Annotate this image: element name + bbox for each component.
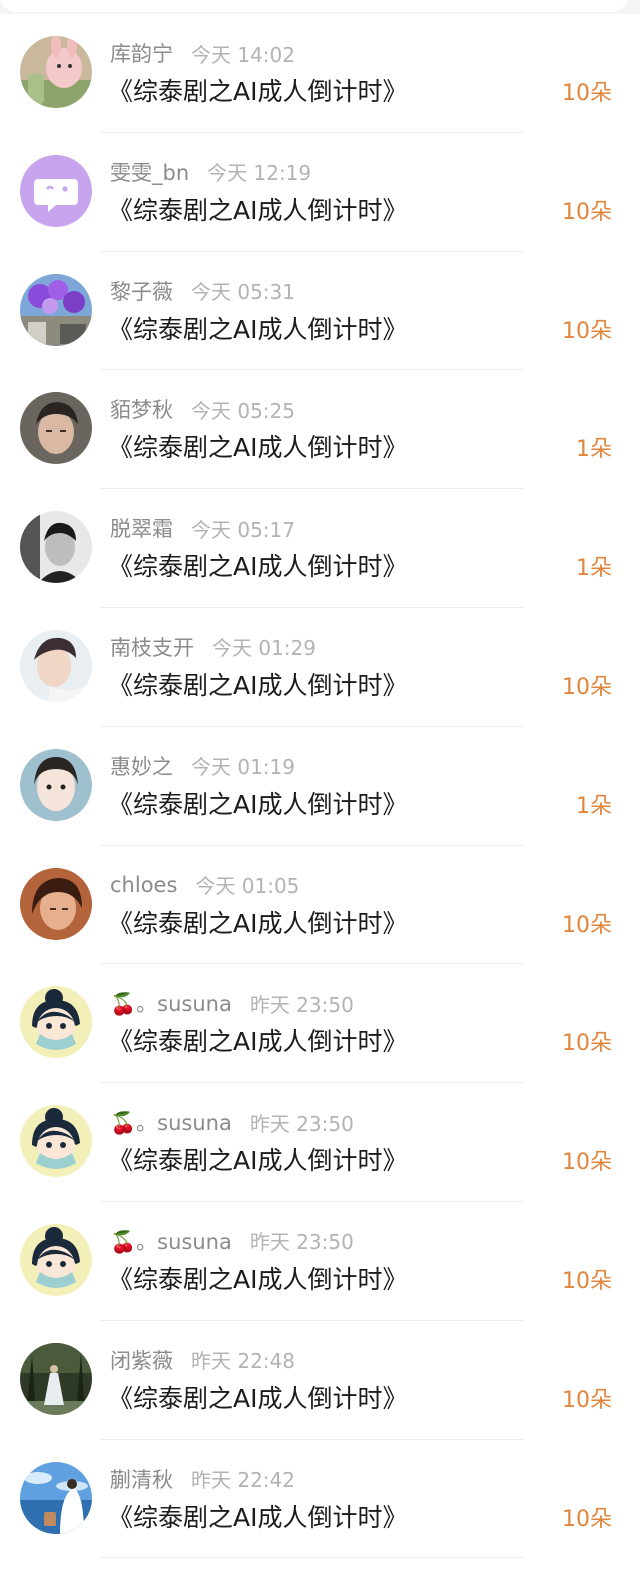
book-title: 《综泰剧之AI成人倒计时》 — [108, 433, 408, 463]
book-title: 《综泰剧之AI成人倒计时》 — [108, 314, 408, 344]
girl-selfie-avatar[interactable] — [20, 748, 92, 821]
pink-bunny-avatar[interactable] — [20, 36, 92, 108]
young-man-avatar[interactable] — [20, 629, 92, 702]
row-divider — [100, 1557, 524, 1559]
timestamp: 昨天 22:42 — [191, 1468, 295, 1493]
book-title: 《综泰剧之AI成人倒计时》 — [108, 552, 408, 582]
gift-record-row[interactable]: 南枝支开 今天 01:29 《综泰剧之AI成人倒计时》 10朵 — [0, 608, 640, 727]
record-meta: 🍒。susuna 昨天 23:50 — [110, 1107, 354, 1137]
timestamp: 今天 12:19 — [207, 161, 312, 186]
purple-flowers-avatar[interactable] — [20, 273, 92, 346]
sky-sea-avatar[interactable] — [20, 1461, 92, 1534]
record-meta: 🍒。susuna 昨天 23:50 — [110, 1226, 354, 1256]
timestamp: 今天 05:31 — [191, 280, 295, 305]
record-meta: 南枝支开 今天 01:29 — [110, 632, 316, 662]
user-name[interactable]: chloes — [110, 873, 177, 897]
user-name[interactable]: 黎子薇 — [110, 276, 173, 306]
user-name[interactable]: 脱翠霜 — [110, 513, 173, 543]
gift-record-row[interactable]: 闭紫薇 昨天 22:48 《综泰剧之AI成人倒计时》 10朵 — [0, 1321, 640, 1440]
user-name[interactable]: 🍒。susuna — [110, 1107, 232, 1137]
user-name[interactable]: 貊梦秋 — [110, 394, 173, 424]
user-name[interactable]: 闭紫薇 — [110, 1345, 173, 1375]
book-title: 《综泰剧之AI成人倒计时》 — [108, 1146, 408, 1176]
user-name[interactable]: 南枝支开 — [110, 632, 194, 662]
forest-figure-avatar[interactable] — [20, 1342, 92, 1415]
record-meta: 貊梦秋 今天 05:25 — [110, 394, 295, 424]
top-card-edge — [0, 0, 640, 14]
girl-warm-tone-avatar[interactable] — [20, 867, 92, 940]
gift-record-row[interactable]: 蒯清秋 昨天 22:42 《综泰剧之AI成人倒计时》 10朵 — [0, 1440, 640, 1559]
bw-man-portrait-avatar[interactable] — [20, 511, 92, 584]
gift-record-row[interactable]: 惠妙之 今天 01:19 《综泰剧之AI成人倒计时》 1朵 — [0, 727, 640, 846]
gift-record-row[interactable]: 🍒。susuna 昨天 23:50 《综泰剧之AI成人倒计时》 10朵 — [0, 1083, 640, 1202]
cartoon-masked-girl-avatar[interactable] — [20, 1223, 92, 1296]
record-meta: 🍒。susuna 昨天 23:50 — [110, 988, 354, 1018]
record-meta: 雯雯_bn 今天 12:19 — [110, 157, 311, 187]
gift-count: 10朵 — [562, 199, 612, 225]
cartoon-masked-girl-avatar[interactable] — [20, 1105, 92, 1178]
timestamp: 今天 01:19 — [191, 755, 295, 780]
user-name[interactable]: 惠妙之 — [110, 751, 173, 781]
gift-count: 10朵 — [562, 81, 612, 106]
timestamp: 昨天 22:48 — [191, 1349, 295, 1374]
card-edge — [0, 0, 628, 12]
book-title: 《综泰剧之AI成人倒计时》 — [108, 670, 408, 700]
gift-record-row[interactable]: 🍒。susuna 昨天 23:50 《综泰剧之AI成人倒计时》 10朵 — [0, 1202, 640, 1321]
gift-count: 10朵 — [562, 1150, 612, 1176]
record-meta: 脱翠霜 今天 05:17 — [110, 513, 295, 543]
gift-record-row[interactable]: chloes 今天 01:05 《综泰剧之AI成人倒计时》 10朵 — [0, 846, 640, 965]
user-name[interactable]: 蒯清秋 — [110, 1464, 173, 1494]
timestamp: 昨天 23:50 — [249, 1111, 354, 1136]
man-portrait-avatar[interactable] — [20, 392, 92, 465]
gift-record-row[interactable]: 🍒。susuna 昨天 23:50 《综泰剧之AI成人倒计时》 10朵 — [0, 964, 640, 1084]
book-title: 《综泰剧之AI成人倒计时》 — [108, 1264, 408, 1294]
record-meta: 黎子薇 今天 05:31 — [110, 276, 295, 306]
book-title: 《综泰剧之AI成人倒计时》 — [108, 195, 408, 225]
book-title: 《综泰剧之AI成人倒计时》 — [108, 1502, 408, 1532]
book-title: 《综泰剧之AI成人倒计时》 — [108, 77, 408, 106]
timestamp: 昨天 23:50 — [249, 1230, 354, 1255]
timestamp: 昨天 23:50 — [249, 992, 354, 1017]
user-name[interactable]: 🍒。susuna — [110, 988, 232, 1018]
gift-record-row[interactable]: 黎子薇 今天 05:31 《综泰剧之AI成人倒计时》 10朵 — [0, 252, 640, 371]
record-meta: 惠妙之 今天 01:19 — [110, 751, 295, 781]
user-name[interactable]: 雯雯_bn — [110, 157, 189, 187]
record-meta: 蒯清秋 昨天 22:42 — [110, 1464, 295, 1494]
gift-record-row[interactable]: 貊梦秋 今天 05:25 《综泰剧之AI成人倒计时》 1朵 — [0, 370, 640, 490]
timestamp: 今天 14:02 — [191, 42, 295, 67]
gift-count: 10朵 — [562, 1387, 612, 1413]
gift-count: 1朵 — [576, 556, 612, 582]
record-meta: 库韵宁 今天 14:02 — [110, 38, 295, 68]
record-meta: chloes 今天 01:05 — [110, 870, 299, 900]
book-title: 《综泰剧之AI成人倒计时》 — [108, 789, 408, 819]
gift-record-row[interactable]: 雯雯_bn 今天 12:19 《综泰剧之AI成人倒计时》 10朵 — [0, 133, 640, 252]
gift-count: 10朵 — [562, 912, 612, 938]
purple-chat-bubble-avatar[interactable] — [20, 154, 92, 227]
timestamp: 今天 01:29 — [212, 636, 316, 661]
gift-record-row[interactable]: 脱翠霜 今天 05:17 《综泰剧之AI成人倒计时》 1朵 — [0, 489, 640, 608]
gift-count: 10朵 — [562, 674, 612, 700]
gift-record-list: 库韵宁 今天 14:02 《综泰剧之AI成人倒计时》 10朵 雯雯_bn 今天 12:19… — [0, 14, 640, 1559]
gift-count: 1朵 — [576, 437, 612, 463]
timestamp: 今天 01:05 — [195, 874, 300, 899]
book-title: 《综泰剧之AI成人倒计时》 — [108, 908, 408, 938]
gift-record-row[interactable]: 库韵宁 今天 14:02 《综泰剧之AI成人倒计时》 10朵 — [0, 14, 640, 133]
gift-count: 10朵 — [562, 318, 612, 344]
book-title: 《综泰剧之AI成人倒计时》 — [108, 1383, 408, 1413]
gift-count: 10朵 — [562, 1031, 612, 1057]
gift-count: 10朵 — [562, 1506, 612, 1532]
cartoon-masked-girl-avatar[interactable] — [20, 986, 92, 1059]
book-title: 《综泰剧之AI成人倒计时》 — [108, 1027, 408, 1057]
gift-count: 1朵 — [576, 793, 612, 819]
user-name[interactable]: 🍒。susuna — [110, 1226, 232, 1256]
timestamp: 今天 05:25 — [191, 398, 295, 423]
timestamp: 今天 05:17 — [191, 517, 295, 542]
user-name[interactable]: 库韵宁 — [110, 38, 173, 68]
gift-count: 10朵 — [562, 1268, 612, 1294]
record-meta: 闭紫薇 昨天 22:48 — [110, 1345, 295, 1375]
